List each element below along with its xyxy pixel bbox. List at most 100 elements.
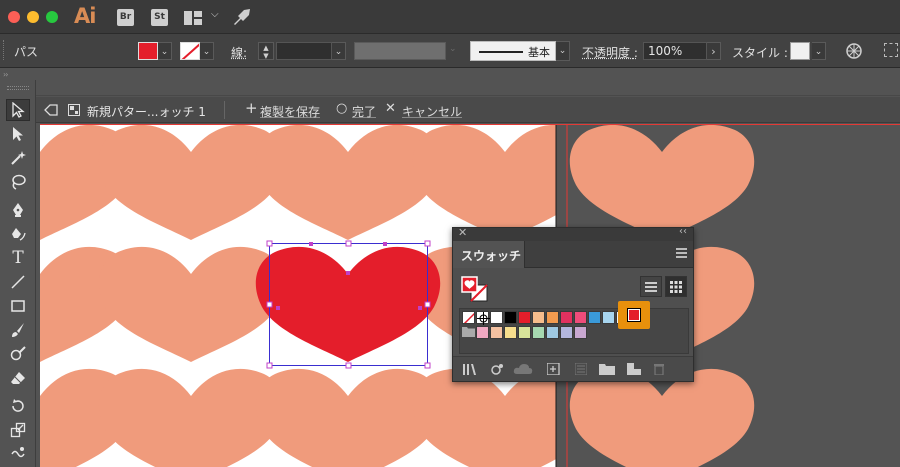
stock-button[interactable]: St bbox=[151, 9, 168, 26]
fill-color-swatch[interactable] bbox=[138, 42, 158, 60]
workspace-icon[interactable] bbox=[184, 11, 204, 28]
swatch-registration[interactable] bbox=[476, 311, 490, 325]
swatch-red[interactable] bbox=[518, 311, 531, 324]
close-icon[interactable]: ✕ bbox=[458, 226, 467, 239]
swatch-options-icon[interactable] bbox=[547, 363, 563, 375]
chevron-down-icon[interactable]: ⌵ bbox=[211, 9, 219, 20]
swatch-crimson[interactable] bbox=[560, 311, 573, 324]
swatch-pastel-purple[interactable] bbox=[574, 326, 587, 339]
color-group-icon[interactable] bbox=[575, 363, 587, 375]
resize-handle-right bbox=[424, 301, 431, 308]
stroke-weight-stepper[interactable]: ▲ ▼ bbox=[258, 42, 274, 60]
magic-wand-tool-icon[interactable] bbox=[6, 147, 30, 169]
resize-handle-top-left bbox=[266, 240, 273, 247]
rotate-tool-icon[interactable] bbox=[6, 395, 30, 417]
align-icon[interactable] bbox=[884, 43, 898, 57]
warp-tool-icon[interactable] bbox=[6, 443, 30, 465]
swatch-pastel-peach[interactable] bbox=[490, 326, 503, 339]
rocket-icon[interactable] bbox=[232, 8, 252, 29]
paintbrush-tool-icon[interactable] bbox=[6, 319, 30, 341]
graphic-style-swatch[interactable] bbox=[790, 42, 810, 60]
new-pattern-swatch[interactable] bbox=[627, 308, 641, 322]
panel-dock-strip: ›› bbox=[0, 68, 900, 96]
fill-stroke-indicator[interactable] bbox=[459, 275, 493, 305]
anchor-point bbox=[418, 306, 422, 310]
brush-definition-select[interactable]: 基本 bbox=[470, 41, 556, 61]
stroke-dropdown-button[interactable]: ⌄ bbox=[200, 42, 214, 60]
swatches-panel[interactable]: ✕ ‹‹ スウォッチ bbox=[452, 226, 694, 382]
swatch-pink[interactable] bbox=[574, 311, 587, 324]
window-maximize-button[interactable] bbox=[46, 11, 58, 23]
new-pattern-swatch-highlight[interactable] bbox=[618, 301, 650, 329]
lasso-tool-icon[interactable] bbox=[6, 171, 30, 193]
done-button[interactable]: 完了 bbox=[352, 103, 376, 120]
line-tool-icon[interactable] bbox=[6, 271, 30, 293]
opacity-input[interactable]: 100% bbox=[643, 42, 707, 60]
stroke-weight-label[interactable]: 線: bbox=[231, 44, 247, 61]
swatch-pastel-yellow[interactable] bbox=[504, 326, 517, 339]
panel-grip[interactable] bbox=[3, 40, 6, 60]
tab-swatches[interactable]: スウォッチ bbox=[453, 241, 525, 268]
fill-dropdown-button[interactable]: ⌄ bbox=[158, 42, 172, 60]
cancel-button[interactable]: キャンセル bbox=[402, 103, 462, 120]
shaper-tool-icon[interactable] bbox=[6, 343, 30, 365]
trash-icon[interactable] bbox=[653, 363, 665, 375]
list-view-button[interactable] bbox=[640, 276, 662, 297]
rectangle-tool-icon[interactable] bbox=[6, 295, 30, 317]
direct-selection-tool-icon[interactable] bbox=[6, 123, 30, 145]
style-dropdown-button[interactable]: ⌄ bbox=[812, 42, 826, 60]
eraser-tool-icon[interactable] bbox=[6, 367, 30, 389]
new-swatch-icon[interactable] bbox=[627, 363, 641, 375]
swatch-libraries-icon[interactable] bbox=[463, 363, 479, 375]
bridge-button[interactable]: Br bbox=[117, 9, 134, 26]
panel-menu-icon[interactable] bbox=[676, 248, 687, 258]
stroke-weight-input[interactable] bbox=[276, 42, 332, 60]
tools-panel: T bbox=[0, 80, 36, 467]
save-copy-button[interactable]: 複製を保存 bbox=[260, 103, 320, 120]
brush-dropdown-button[interactable]: ⌄ bbox=[556, 41, 570, 61]
type-tool-icon[interactable]: T bbox=[6, 247, 30, 269]
opacity-label[interactable]: 不透明度 : bbox=[582, 44, 638, 61]
back-arrow-icon[interactable] bbox=[43, 102, 59, 121]
divider bbox=[224, 101, 225, 119]
anchor-point bbox=[346, 271, 350, 275]
swatch-pastel-green[interactable] bbox=[532, 326, 545, 339]
swatch-white[interactable] bbox=[490, 311, 503, 324]
swatch-pastel-lavender[interactable] bbox=[560, 326, 573, 339]
resize-handle-bottom bbox=[345, 362, 352, 369]
swatch-pastel-lime[interactable] bbox=[518, 326, 531, 339]
swatch-pastel-blue[interactable] bbox=[546, 326, 559, 339]
swatch-pastel-pink[interactable] bbox=[476, 326, 489, 339]
stroke-weight-dropdown-button[interactable]: ⌄ bbox=[332, 42, 346, 60]
tools-panel-grip[interactable] bbox=[7, 86, 29, 90]
swatch-none[interactable] bbox=[462, 311, 475, 324]
opacity-flyout-button[interactable]: › bbox=[707, 42, 721, 60]
show-swatch-kinds-icon[interactable] bbox=[491, 363, 505, 375]
swatch-blue[interactable] bbox=[588, 311, 601, 324]
variable-width-profile[interactable] bbox=[354, 42, 446, 60]
swatch-light-blue[interactable] bbox=[602, 311, 615, 324]
pen-tool-icon[interactable] bbox=[6, 199, 30, 221]
title-bar: Ai Br St ⌵ bbox=[0, 0, 900, 34]
panel-tab-bar: スウォッチ bbox=[453, 241, 693, 268]
collapse-icon[interactable]: ‹‹ bbox=[679, 226, 687, 237]
panel-title-bar[interactable]: ✕ ‹‹ bbox=[453, 226, 693, 241]
recolor-artwork-icon[interactable] bbox=[846, 43, 862, 62]
folder-icon bbox=[462, 326, 475, 339]
expand-panel-icon[interactable]: ›› bbox=[3, 70, 9, 79]
brush-name: 基本 bbox=[528, 46, 550, 59]
thumbnail-view-button[interactable] bbox=[665, 276, 687, 297]
cloud-icon[interactable] bbox=[513, 363, 533, 375]
swatch-black[interactable] bbox=[504, 311, 517, 324]
new-color-group-icon[interactable] bbox=[599, 363, 615, 375]
scale-tool-icon[interactable] bbox=[6, 419, 30, 441]
curvature-tool-icon[interactable] bbox=[6, 223, 30, 245]
resize-handle-top-right bbox=[424, 240, 431, 247]
pattern-heart bbox=[569, 368, 755, 467]
window-minimize-button[interactable] bbox=[27, 11, 39, 23]
stroke-color-swatch[interactable] bbox=[180, 42, 200, 60]
window-close-button[interactable] bbox=[8, 11, 20, 23]
swatch-peach[interactable] bbox=[532, 311, 545, 324]
selection-tool-icon[interactable] bbox=[6, 99, 30, 121]
swatch-orange[interactable] bbox=[546, 311, 559, 324]
